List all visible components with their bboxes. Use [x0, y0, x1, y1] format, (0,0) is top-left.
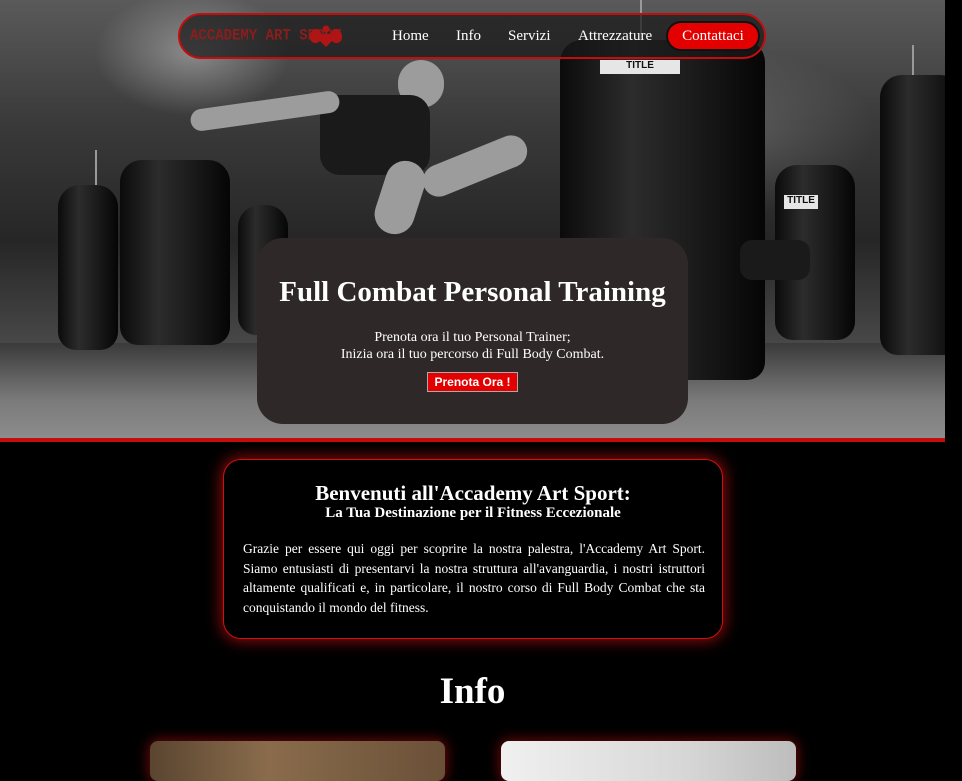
nav-attrezzature[interactable]: Attrezzature [578, 28, 652, 45]
info-card-image[interactable] [150, 741, 445, 781]
punching-bag [58, 185, 118, 350]
contact-button[interactable]: Contattaci [666, 21, 760, 51]
scrollbar[interactable] [945, 0, 962, 763]
info-card-image[interactable] [501, 741, 796, 781]
main-navbar: ACCADEMY ART SPORT Home Info Servizi Att… [178, 13, 766, 59]
nav-home[interactable]: Home [392, 28, 429, 45]
welcome-card: Benvenuti all'Accademy Art Sport: La Tua… [223, 459, 723, 639]
welcome-body: Grazie per essere qui oggi per scoprire … [243, 541, 705, 615]
hero-text-line: Inizia ora il tuo percorso di Full Body … [340, 347, 605, 362]
nav-info[interactable]: Info [456, 28, 481, 45]
punching-bag [120, 160, 230, 345]
flexing-arms-icon [310, 25, 342, 47]
welcome-title: Benvenuti all'Accademy Art Sport: [315, 481, 631, 505]
book-now-button[interactable]: Prenota Ora ! [427, 372, 518, 392]
info-section-title: Info [439, 671, 506, 712]
bag-brand-patch: TITLE [784, 195, 818, 209]
bag-chain [95, 150, 97, 190]
nav-servizi[interactable]: Servizi [508, 28, 551, 45]
hero-divider [0, 438, 962, 442]
fighter-arm [189, 89, 341, 133]
hero-title: Full Combat Personal Training [279, 276, 666, 308]
welcome-subtitle: La Tua Destinazione per il Fitness Eccez… [325, 505, 621, 521]
sparring-partner [740, 240, 810, 280]
hero-text-line: Prenota ora il tuo Personal Trainer; [374, 330, 571, 345]
fighter-leg [418, 130, 532, 202]
bag-brand-patch: TITLE [600, 60, 680, 74]
hero-card: Full Combat Personal Training Prenota or… [257, 238, 688, 424]
